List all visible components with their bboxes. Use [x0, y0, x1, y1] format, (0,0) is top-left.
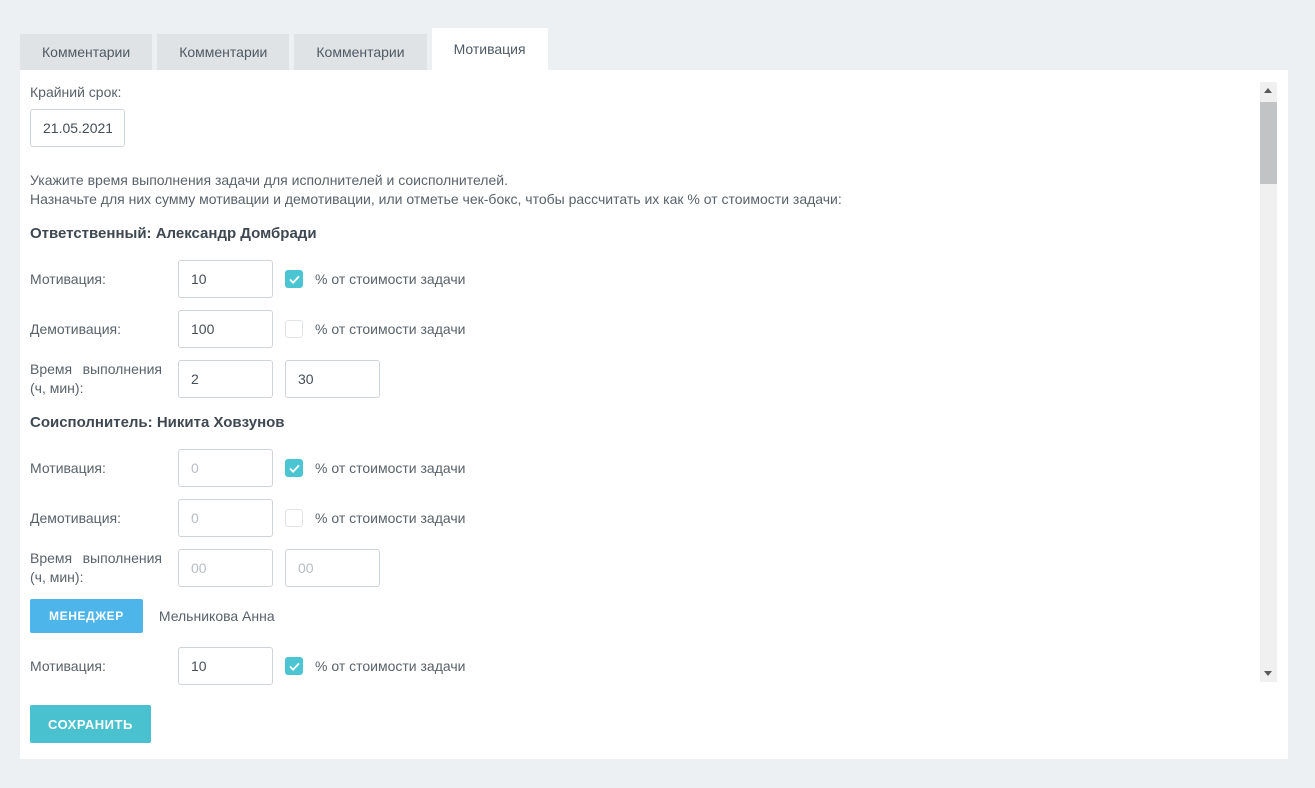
coexecutor-motivation-percent-checkbox[interactable]: [285, 459, 303, 477]
motivation-panel: Крайний срок: Укажите время выполнения з…: [20, 70, 1288, 759]
responsible-demotivation-percent-checkbox[interactable]: [285, 320, 303, 338]
responsible-demotivation-input[interactable]: [178, 310, 273, 348]
tab-comments-2[interactable]: Комментарии: [157, 34, 289, 70]
responsible-heading: Ответственный: Александр Домбради: [30, 225, 1238, 242]
responsible-time-row: Время выполнения (ч, мин):: [30, 360, 1238, 398]
percent-of-task-cost-label: % от стоимости задачи: [315, 460, 465, 476]
check-icon: [289, 662, 300, 671]
coexecutor-time-row: Время выполнения (ч, мин):: [30, 549, 1238, 587]
deadline-input[interactable]: [30, 109, 125, 147]
arrow-down-icon: [1264, 671, 1272, 676]
coexecutor-motivation-input[interactable]: [178, 449, 273, 487]
execution-time-label: Время выполнения (ч, мин):: [30, 360, 162, 398]
manager-row: МЕНЕДЖЕР Мельникова Анна: [30, 599, 1238, 633]
manager-motivation-row: Мотивация: % от стоимости задачи: [30, 647, 1238, 685]
percent-of-task-cost-label: % от стоимости задачи: [315, 271, 465, 287]
tab-comments-3[interactable]: Комментарии: [294, 34, 426, 70]
coexecutor-demotivation-percent-checkbox[interactable]: [285, 509, 303, 527]
manager-motivation-input[interactable]: [178, 647, 273, 685]
percent-of-task-cost-label: % от стоимости задачи: [315, 321, 465, 337]
coexecutor-demotivation-row: Демотивация: % от стоимости задачи: [30, 499, 1238, 537]
check-icon: [289, 275, 300, 284]
vertical-scrollbar[interactable]: [1260, 82, 1277, 682]
execution-time-label: Время выполнения (ч, мин):: [30, 549, 162, 587]
instructions-line-2: Назначьте для них сумму мотивации и демо…: [30, 190, 1238, 209]
responsible-motivation-percent-checkbox[interactable]: [285, 270, 303, 288]
scroll-up-button[interactable]: [1260, 82, 1277, 99]
coexecutor-time-hours-input[interactable]: [178, 549, 273, 587]
demotivation-label: Демотивация:: [30, 320, 162, 339]
coexecutor-time-minutes-input[interactable]: [285, 549, 380, 587]
coexecutor-demotivation-input[interactable]: [178, 499, 273, 537]
deadline-label: Крайний срок:: [30, 84, 1238, 100]
responsible-demotivation-row: Демотивация: % от стоимости задачи: [30, 310, 1238, 348]
manager-name: Мельникова Анна: [159, 608, 275, 624]
save-button[interactable]: СОХРАНИТЬ: [30, 705, 151, 743]
responsible-time-minutes-input[interactable]: [285, 360, 380, 398]
motivation-label: Мотивация:: [30, 459, 162, 478]
tab-bar: Комментарии Комментарии Комментарии Моти…: [0, 28, 1315, 70]
demotivation-label: Демотивация:: [30, 509, 162, 528]
responsible-motivation-row: Мотивация: % от стоимости задачи: [30, 260, 1238, 298]
tab-motivation[interactable]: Мотивация: [432, 28, 548, 70]
responsible-time-hours-input[interactable]: [178, 360, 273, 398]
scroll-down-button[interactable]: [1260, 665, 1277, 682]
arrow-up-icon: [1264, 88, 1272, 93]
percent-of-task-cost-label: % от стоимости задачи: [315, 510, 465, 526]
coexecutor-motivation-row: Мотивация: % от стоимости задачи: [30, 449, 1238, 487]
manager-badge[interactable]: МЕНЕДЖЕР: [30, 599, 143, 633]
check-icon: [289, 464, 300, 473]
tab-comments-1[interactable]: Комментарии: [20, 34, 152, 70]
instructions-line-1: Укажите время выполнения задачи для испо…: [30, 171, 1238, 190]
scrollbar-thumb[interactable]: [1260, 102, 1277, 184]
instructions: Укажите время выполнения задачи для испо…: [30, 171, 1238, 209]
motivation-label: Мотивация:: [30, 270, 162, 289]
manager-motivation-percent-checkbox[interactable]: [285, 657, 303, 675]
percent-of-task-cost-label: % от стоимости задачи: [315, 658, 465, 674]
motivation-label: Мотивация:: [30, 657, 162, 676]
responsible-motivation-input[interactable]: [178, 260, 273, 298]
coexecutor-heading: Соисполнитель: Никита Ховзунов: [30, 414, 1238, 431]
panel-content: Крайний срок: Укажите время выполнения з…: [30, 84, 1238, 743]
